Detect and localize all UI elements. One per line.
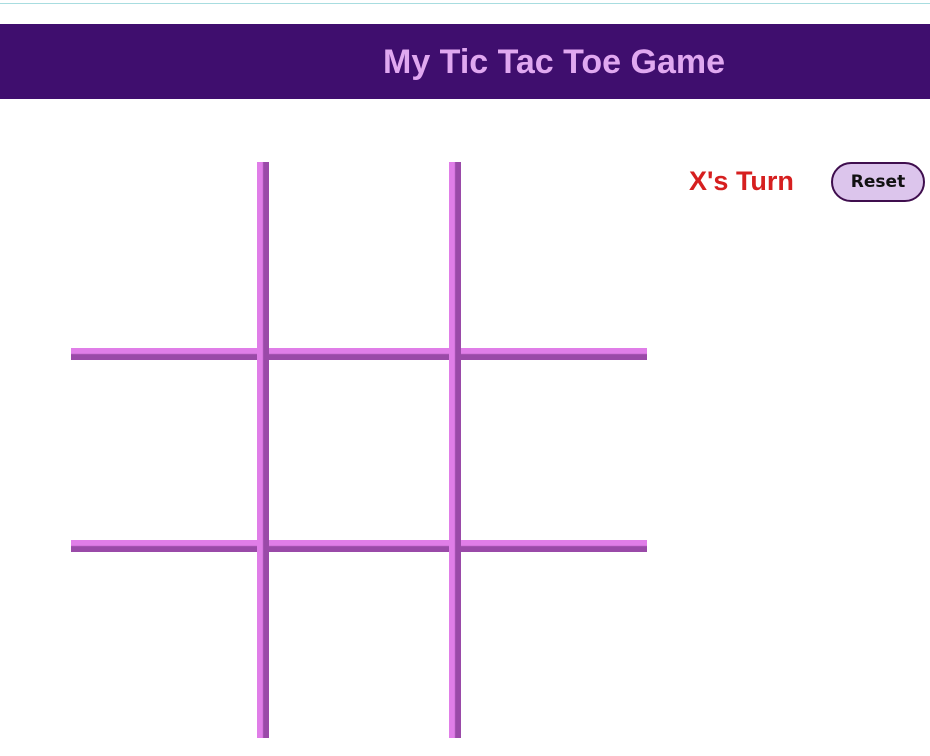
turn-status: X's Turn xyxy=(689,166,794,196)
board-cell-8[interactable] xyxy=(268,551,454,737)
board-cell-4[interactable] xyxy=(71,359,257,545)
board-cell-9[interactable] xyxy=(460,551,646,737)
grid-line-horizontal-1 xyxy=(71,348,647,360)
board-cell-6[interactable] xyxy=(460,359,646,545)
board-cell-3[interactable] xyxy=(460,162,646,348)
game-board xyxy=(71,162,647,738)
grid-line-horizontal-2 xyxy=(71,540,647,552)
page-title: My Tic Tac Toe Game xyxy=(383,43,726,81)
board-cell-5[interactable] xyxy=(268,359,454,545)
top-divider xyxy=(0,3,930,4)
board-cell-2[interactable] xyxy=(268,162,454,348)
grid-line-vertical-2 xyxy=(449,162,461,738)
board-cell-1[interactable] xyxy=(71,162,257,348)
grid-line-vertical-1 xyxy=(257,162,269,738)
reset-button[interactable]: Reset xyxy=(831,162,925,202)
board-cell-7[interactable] xyxy=(71,551,257,737)
